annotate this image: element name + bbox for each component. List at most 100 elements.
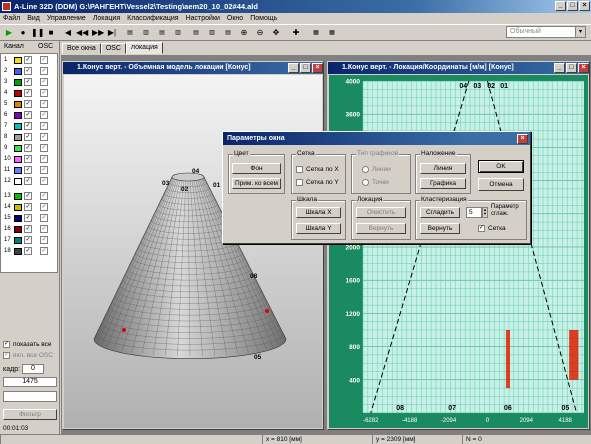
channel-osc-checkbox[interactable]: ✓ <box>40 236 48 244</box>
play-icon[interactable]: ▶ <box>3 27 15 39</box>
step-forward-icon[interactable]: ▶| <box>106 27 118 39</box>
channel-color-swatch[interactable] <box>14 78 22 86</box>
cancel-button[interactable]: Отмена <box>478 178 524 191</box>
pause-icon[interactable]: ❚❚ <box>31 27 44 39</box>
channel-row[interactable]: 15 ✓ ✓ <box>4 214 48 222</box>
scale-x-button[interactable]: Шкала X <box>296 207 341 218</box>
line-button[interactable]: Линия <box>420 163 466 174</box>
channel-color-swatch[interactable] <box>14 247 22 255</box>
mode-combo[interactable]: Обычный ▾ <box>506 26 586 38</box>
frame-field[interactable]: 0 <box>22 364 44 374</box>
tab-all-windows[interactable]: Все окна <box>62 43 101 54</box>
channel-row[interactable]: 1 ✓ ✓ <box>4 56 48 64</box>
location-window-maximize[interactable]: □ <box>566 63 577 73</box>
channel-osc-checkbox[interactable]: ✓ <box>40 155 48 163</box>
channel-color-swatch[interactable] <box>14 144 22 152</box>
channel-enabled-checkbox[interactable]: ✓ <box>24 155 32 163</box>
cone-view[interactable]: 04 03 02 01 08 05 <box>64 75 322 428</box>
channel-color-swatch[interactable] <box>14 177 22 185</box>
app-icon[interactable] <box>2 2 11 11</box>
smooth-button[interactable]: Сгладить <box>420 207 460 218</box>
channel-osc-checkbox[interactable]: ✓ <box>40 247 48 255</box>
chart-icon[interactable]: ▦ <box>310 27 322 39</box>
scale-icon-4[interactable]: ▥ <box>172 27 184 39</box>
points-radio[interactable]: Точки <box>362 179 389 186</box>
channel-enabled-checkbox[interactable]: ✓ <box>24 247 32 255</box>
stop-icon[interactable]: ■ <box>45 27 57 39</box>
channel-enabled-checkbox[interactable]: ✓ <box>24 122 32 130</box>
channel-list[interactable]: 1 ✓ ✓ 2 ✓ ✓ 3 ✓ ✓ 4 ✓ ✓ 5 ✓ ✓ 6 ✓ ✓ 7 ✓ ✓ 8 ✓ ✓ 9 ✓ ✓ 10 ✓ ✓ 11 ✓ ✓ 12 ✓ ✓ 1… <box>0 53 58 273</box>
channel-osc-checkbox[interactable]: ✓ <box>40 111 48 119</box>
scale-icon-1[interactable]: ▤ <box>124 27 136 39</box>
grid-y-checkbox[interactable]: Сетка по Y <box>296 179 339 186</box>
channel-color-swatch[interactable] <box>14 122 22 130</box>
channel-color-swatch[interactable] <box>14 214 22 222</box>
menu-classification[interactable]: Классификация <box>127 13 178 24</box>
channel-enabled-checkbox[interactable]: ✓ <box>24 214 32 222</box>
channel-enabled-checkbox[interactable]: ✓ <box>24 100 32 108</box>
channel-row[interactable]: 2 ✓ ✓ <box>4 67 48 75</box>
bg-button[interactable]: Фон <box>232 163 281 174</box>
channel-color-swatch[interactable] <box>14 89 22 97</box>
channel-enabled-checkbox[interactable]: ✓ <box>24 225 32 233</box>
channel-row[interactable]: 11 ✓ ✓ <box>4 166 48 174</box>
channel-color-swatch[interactable] <box>14 225 22 233</box>
channel-color-swatch[interactable] <box>14 67 22 75</box>
show-all-checkbox[interactable]: ✓ показать все <box>3 341 52 348</box>
menu-location[interactable]: Локация <box>93 13 120 24</box>
settings-icon[interactable]: ✚ <box>290 27 302 39</box>
scale-icon-3[interactable]: ▤ <box>156 27 168 39</box>
smooth-spinner[interactable]: ▲ ▼ <box>482 207 488 218</box>
move-icon[interactable]: ✥ <box>270 27 282 39</box>
channel-color-swatch[interactable] <box>14 203 22 211</box>
menu-file[interactable]: Файл <box>3 13 20 24</box>
dialog-title[interactable]: Параметры окна <box>223 132 530 145</box>
channel-color-swatch[interactable] <box>14 192 22 200</box>
channel-enabled-checkbox[interactable]: ✓ <box>24 144 32 152</box>
menu-settings[interactable]: Настройки <box>186 13 220 24</box>
channel-row[interactable]: 10 ✓ ✓ <box>4 155 48 163</box>
scale-icon-6[interactable]: ▥ <box>206 27 218 39</box>
channel-enabled-checkbox[interactable]: ✓ <box>24 236 32 244</box>
minimize-button[interactable]: _ <box>555 1 566 11</box>
channel-row[interactable]: 18 ✓ ✓ <box>4 247 48 255</box>
scale-icon-7[interactable]: ▤ <box>222 27 234 39</box>
channel-osc-checkbox[interactable]: ✓ <box>40 192 48 200</box>
osc-all-checkbox[interactable]: ✓ вкл. все OSC <box>3 352 53 359</box>
zoom-out-icon[interactable]: ⊖ <box>254 27 266 39</box>
channel-row[interactable]: 6 ✓ ✓ <box>4 111 48 119</box>
grid-x-checkbox[interactable]: Сетка по X <box>296 166 339 173</box>
scale-y-button[interactable]: Шкала Y <box>296 223 341 234</box>
filter-button[interactable]: Фильтр <box>3 409 57 420</box>
channel-osc-checkbox[interactable]: ✓ <box>40 89 48 97</box>
tab-location[interactable]: локация <box>125 42 163 54</box>
scale-icon-5[interactable]: ▤ <box>190 27 202 39</box>
channel-osc-checkbox[interactable]: ✓ <box>40 100 48 108</box>
channel-osc-checkbox[interactable]: ✓ <box>40 122 48 130</box>
channel-row[interactable]: 5 ✓ ✓ <box>4 100 48 108</box>
maximize-button[interactable]: □ <box>567 1 578 11</box>
location-window-minimize[interactable]: _ <box>554 63 565 73</box>
channel-row[interactable]: 17 ✓ ✓ <box>4 236 48 244</box>
channel-color-swatch[interactable] <box>14 166 22 174</box>
filter-select[interactable] <box>3 391 57 402</box>
grid-checkbox[interactable]: ✓ Сетка <box>478 225 506 232</box>
model-window-title[interactable]: 1.Конус верт. - Объемная модель локации … <box>63 62 323 74</box>
menu-help[interactable]: Помощь <box>250 13 277 24</box>
channel-osc-checkbox[interactable]: ✓ <box>40 203 48 211</box>
channel-row[interactable]: 4 ✓ ✓ <box>4 89 48 97</box>
channel-color-swatch[interactable] <box>14 133 22 141</box>
channel-row[interactable]: 9 ✓ ✓ <box>4 144 48 152</box>
channel-row[interactable]: 16 ✓ ✓ <box>4 225 48 233</box>
step-back-icon[interactable]: ◀ <box>62 27 74 39</box>
channel-osc-checkbox[interactable]: ✓ <box>40 166 48 174</box>
channel-row[interactable]: 8 ✓ ✓ <box>4 133 48 141</box>
chevron-down-icon[interactable]: ▾ <box>575 27 585 37</box>
channel-osc-checkbox[interactable]: ✓ <box>40 214 48 222</box>
menu-control[interactable]: Управление <box>47 13 86 24</box>
lines-radio[interactable]: Линии <box>362 166 391 173</box>
channel-row[interactable]: 7 ✓ ✓ <box>4 122 48 130</box>
location-window-close[interactable]: × <box>578 63 589 73</box>
menu-window[interactable]: Окно <box>227 13 243 24</box>
model-window-maximize[interactable]: □ <box>300 63 311 73</box>
